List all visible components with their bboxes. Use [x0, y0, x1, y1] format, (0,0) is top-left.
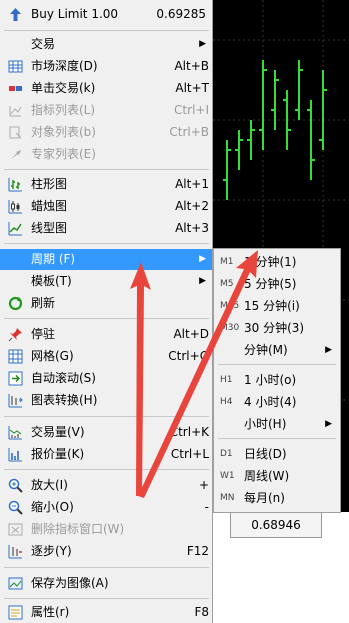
submenu-arrow-icon: ▶: [325, 419, 332, 429]
submenu-item-d1[interactable]: D1 日线(D): [214, 443, 340, 465]
menu-header-buy-limit[interactable]: Buy Limit 1.00 0.69285: [0, 4, 212, 25]
menu-item-line-chart[interactable]: 线型图 Alt+3: [0, 218, 212, 239]
chart-shift-icon: [8, 394, 23, 408]
menu-item-delete-indicator-window[interactable]: 删除指标窗口(W): [0, 519, 212, 540]
separator: [4, 469, 209, 470]
separator: [4, 30, 209, 31]
submenu-item-m1[interactable]: M1 1 分钟(1): [214, 251, 340, 273]
menu-item-template[interactable]: 模板(T) ▶: [0, 271, 212, 292]
menu-item-bar-chart[interactable]: 柱形图 Alt+1: [0, 174, 212, 195]
menu-item-save-as-picture[interactable]: 保存为图像(A): [0, 573, 212, 594]
menu-item-auto-scroll[interactable]: 自动滚动(S): [0, 368, 212, 389]
separator: [4, 598, 209, 599]
submenu-item-m15[interactable]: M15 15 分钟(i): [214, 295, 340, 317]
menu-item-expert-list[interactable]: 专家列表(E): [0, 144, 212, 165]
menu-item-trade[interactable]: 交易 ▶: [0, 34, 212, 55]
submenu-arrow-icon: ▶: [199, 39, 206, 49]
price-label: 0.68946: [230, 512, 322, 538]
menu-item-tick-volumes[interactable]: 报价量(K) Ctrl+L: [0, 444, 212, 465]
zoom-in-icon: [8, 478, 23, 493]
save-picture-icon: [8, 577, 23, 590]
submenu-item-minutes[interactable]: 分钟(M) ▶: [214, 339, 340, 361]
menu-item-chart-shift[interactable]: 图表转换(H): [0, 390, 212, 411]
submenu-arrow-icon: ▶: [199, 254, 206, 264]
properties-icon: [8, 605, 23, 620]
separator: [4, 567, 209, 568]
timeframe-submenu: M1 1 分钟(1) M5 5 分钟(5) M15 15 分钟(i) M30 3…: [213, 248, 341, 513]
submenu-item-h4[interactable]: H4 4 小时(4): [214, 391, 340, 413]
indicator-list-icon: [9, 106, 22, 117]
submenu-arrow-icon: ▶: [199, 276, 206, 286]
menu-item-one-click-trade[interactable]: 单击交易(k) Alt+T: [0, 78, 212, 99]
submenu-item-m30[interactable]: M30 30 分钟(3): [214, 317, 340, 339]
separator: [4, 318, 209, 319]
volume-icon: [8, 426, 22, 440]
menu-item-step[interactable]: 逐步(Y) F12: [0, 541, 212, 562]
menu-item-dock[interactable]: 停驻 Alt+D: [0, 324, 212, 345]
menu-item-properties[interactable]: 属性(r) F8: [0, 602, 212, 623]
object-list-icon: [9, 126, 22, 139]
separator: [4, 243, 209, 244]
refresh-icon: [8, 296, 23, 311]
submenu-item-h1[interactable]: H1 1 小时(o): [214, 369, 340, 391]
separator: [218, 438, 336, 439]
separator: [4, 416, 209, 417]
up-arrow-icon: [10, 8, 21, 21]
submenu-item-m5[interactable]: M5 5 分钟(5): [214, 273, 340, 295]
step-icon: [8, 545, 22, 559]
expert-list-icon: [11, 150, 21, 159]
submenu-item-mn[interactable]: MN 每月(n): [214, 487, 340, 509]
menu-item-object-list[interactable]: 对象列表(b) Ctrl+B: [0, 122, 212, 143]
submenu-item-w1[interactable]: W1 周线(W): [214, 465, 340, 487]
menu-item-grid[interactable]: 网格(G) Ctrl+G: [0, 346, 212, 367]
candlestick-icon: [8, 200, 22, 214]
submenu-arrow-icon: ▶: [325, 345, 332, 355]
grid-icon: [8, 349, 23, 364]
zoom-out-icon: [8, 500, 23, 515]
pin-icon: [8, 328, 22, 342]
menu-item-zoom-out[interactable]: 缩小(O) -: [0, 497, 212, 518]
menu-item-timeframe[interactable]: 周期 (F) ▶: [0, 249, 212, 270]
menu-item-refresh[interactable]: 刷新: [0, 293, 212, 314]
separator: [218, 364, 336, 365]
tick-volume-icon: [8, 448, 22, 462]
menu-item-indicator-list[interactable]: 指标列表(L) Ctrl+I: [0, 100, 212, 121]
context-menu: Buy Limit 1.00 0.69285 交易 ▶ 市场深度(D) Alt+…: [0, 0, 213, 623]
delete-window-icon: [8, 523, 23, 536]
menu-item-market-depth[interactable]: 市场深度(D) Alt+B: [0, 56, 212, 77]
separator: [4, 169, 209, 170]
menu-item-zoom-in[interactable]: 放大(I) +: [0, 475, 212, 496]
one-click-trade-icon: [9, 86, 22, 91]
auto-scroll-icon: [8, 371, 23, 386]
menu-item-volumes[interactable]: 交易量(V) Ctrl+K: [0, 422, 212, 443]
bar-chart-icon: [8, 178, 22, 192]
submenu-item-hours[interactable]: 小时(H) ▶: [214, 413, 340, 435]
line-chart-icon: [8, 222, 22, 236]
grid-table-icon: [8, 60, 23, 73]
menu-item-candlestick-chart[interactable]: 蜡烛图 Alt+2: [0, 196, 212, 217]
